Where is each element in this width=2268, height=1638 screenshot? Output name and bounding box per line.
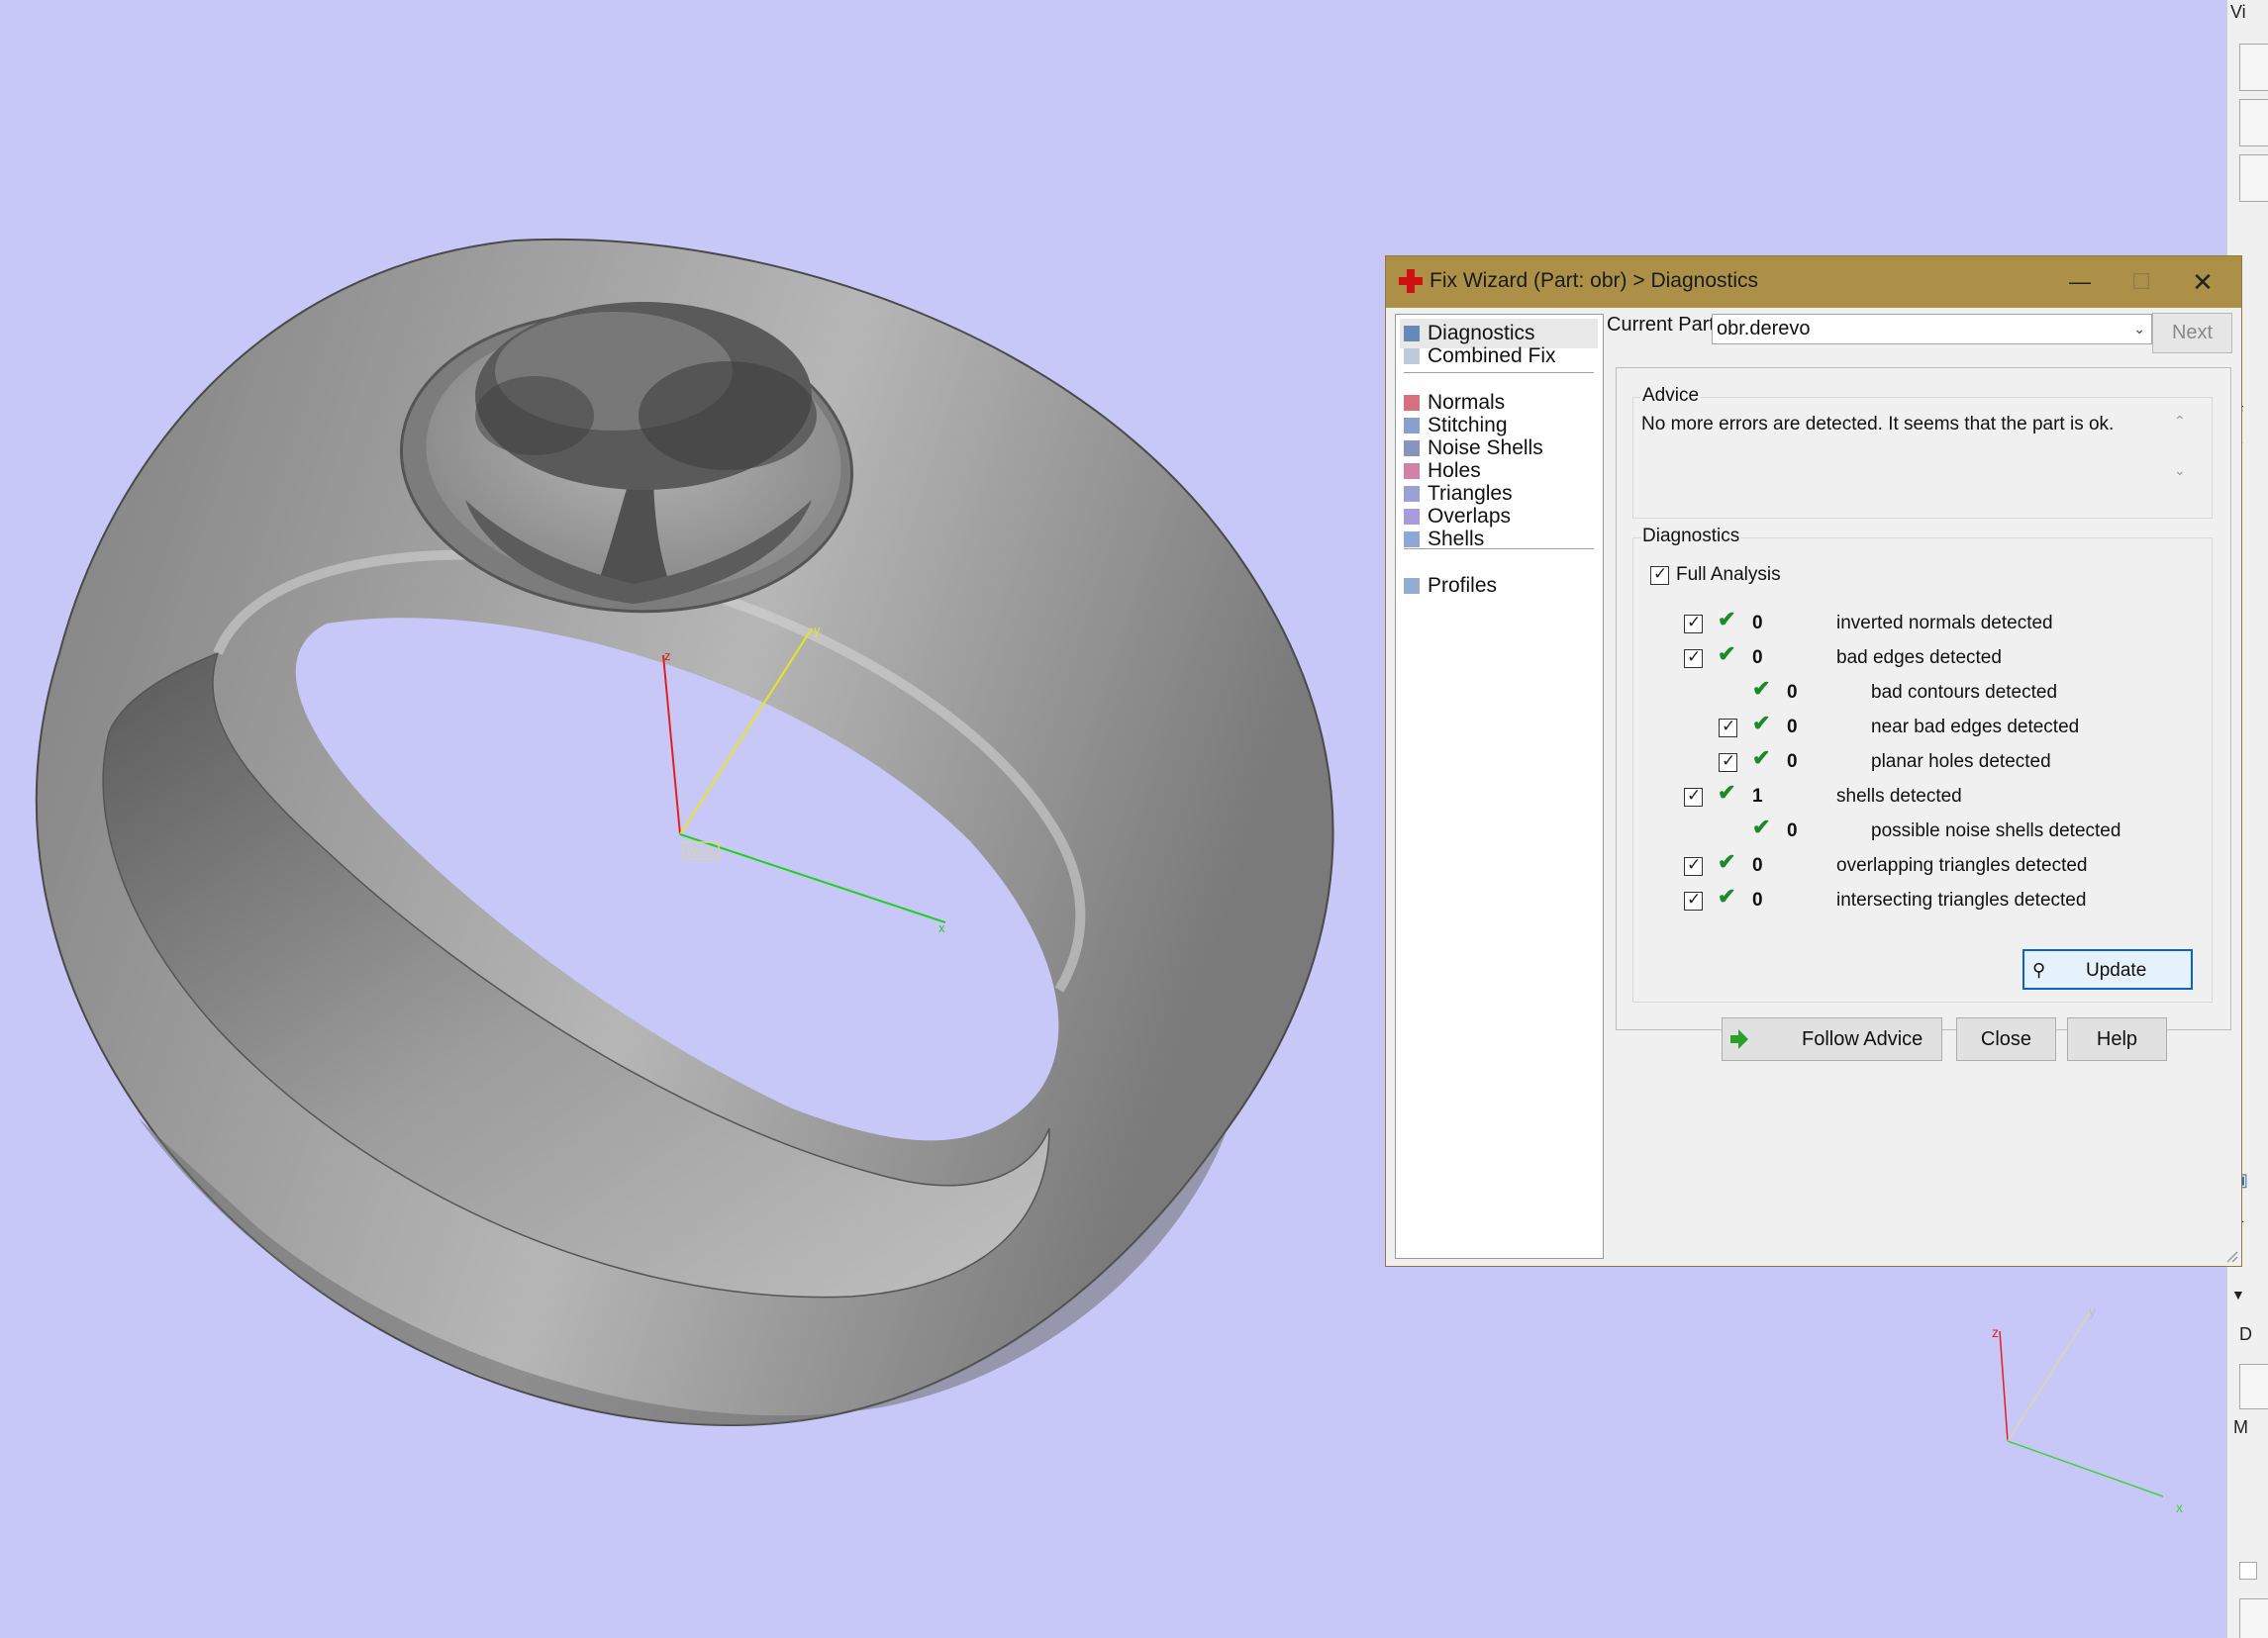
diagnostic-checkbox[interactable]: ✓ [1684, 613, 1703, 633]
chevron-down-icon: ⌄ [2133, 321, 2145, 337]
nav-item-combined-fix[interactable]: Combined Fix [1400, 341, 1598, 371]
red-cross-icon [1399, 269, 1423, 293]
magnifier-icon: ⚲ [2032, 960, 2046, 980]
label-m: M [2233, 1417, 2248, 1437]
diagnostic-label: shells detected [1836, 786, 1962, 807]
orientation-axes: z y x [1992, 1303, 2183, 1515]
check-ok-icon: ✔ [1718, 849, 1736, 874]
diagnostic-checkbox[interactable]: ✓ [1684, 890, 1703, 911]
check-ok-icon: ✔ [1718, 780, 1736, 805]
minimize-button[interactable]: — [2049, 256, 2111, 308]
check-ok-icon: ✔ [1718, 641, 1736, 666]
follow-advice-button[interactable]: Follow Advice [1722, 1017, 1942, 1061]
axis-label-y: y [814, 623, 821, 637]
diagnostic-checkbox[interactable]: ✓ [1719, 751, 1737, 772]
diagnostic-count: 0 [1752, 613, 1763, 633]
diagnostic-count: 0 [1787, 682, 1798, 703]
side-panel-button-5[interactable] [2239, 1598, 2268, 1638]
holes-icon [1404, 463, 1420, 479]
wcs-label: WCS [686, 844, 714, 858]
diagnostic-count: 0 [1752, 855, 1763, 876]
full-analysis-label: Full Analysis [1676, 564, 1781, 585]
diagnostic-label: planar holes detected [1871, 751, 2051, 772]
diagnostics-page: Advice No more errors are detected. It s… [1616, 367, 2231, 1030]
maximize-button[interactable]: ☐ [2111, 256, 2172, 308]
mini-axis-z: z [1992, 1324, 1999, 1340]
close-button[interactable]: Close [1956, 1017, 2056, 1061]
diagnostic-count: 0 [1752, 890, 1763, 911]
green-arrow-icon [1730, 1029, 1748, 1049]
tab-d[interactable]: D [2239, 1324, 2252, 1345]
current-part-value: obr.derevo [1717, 318, 1811, 339]
update-button-label: Update [2086, 960, 2147, 981]
profiles-icon [1404, 578, 1420, 594]
check-ok-icon: ✔ [1752, 676, 1771, 701]
overlaps-icon [1404, 509, 1420, 525]
scroll-down-icon[interactable]: ⌄ [2174, 462, 2186, 479]
update-button[interactable]: ⚲ Update [2022, 949, 2193, 990]
diagnostic-label: inverted normals detected [1836, 613, 2053, 633]
diagnostic-label: bad edges detected [1836, 647, 2002, 668]
next-button[interactable]: Next [2152, 313, 2232, 353]
close-window-button[interactable]: ✕ [2172, 256, 2233, 308]
diagnostics-group-title: Diagnostics [1640, 526, 1742, 547]
diagnostic-checkbox[interactable]: ✓ [1719, 717, 1737, 737]
noise-shells-icon [1404, 440, 1420, 456]
dialog-title-bar[interactable]: Fix Wizard (Part: obr) > Diagnostics — ☐… [1386, 256, 2241, 308]
normals-icon [1404, 395, 1420, 411]
mini-axis-x: x [2176, 1499, 2183, 1515]
advice-group-title: Advice [1640, 385, 1702, 407]
nav-separator [1404, 548, 1594, 550]
current-part-label: Current Part: [1607, 314, 1721, 336]
nav-item-label: Profiles [1428, 574, 1498, 597]
check-ok-icon: ✔ [1718, 607, 1736, 631]
fix-wizard-nav: Diagnostics Combined Fix Normals Stitching N… [1395, 314, 1604, 1259]
diagnostic-checkbox[interactable]: ✓ [1684, 786, 1703, 807]
help-button[interactable]: Help [2067, 1017, 2167, 1061]
dialog-title: Fix Wizard (Part: obr) > Diagnostics [1430, 269, 1759, 292]
check-ok-icon: ✔ [1752, 745, 1771, 770]
diagnostic-label: bad contours detected [1871, 682, 2058, 703]
axis-label-z: z [664, 648, 671, 663]
diagnostic-label: overlapping triangles detected [1836, 855, 2088, 876]
follow-advice-label: Follow Advice [1802, 1028, 1923, 1050]
check-ok-icon: ✔ [1752, 711, 1771, 735]
diagnostic-count: 0 [1787, 751, 1798, 772]
side-panel-button-1[interactable] [2239, 44, 2268, 91]
side-panel-button-4[interactable] [2239, 1364, 2268, 1409]
scroll-up-icon[interactable]: ⌃ [2174, 413, 2186, 430]
current-part-select[interactable]: obr.derevo ⌄ [1712, 314, 2152, 344]
axis-label-x: x [938, 920, 945, 935]
side-panel-button-3[interactable] [2239, 154, 2268, 202]
nav-separator [1404, 372, 1594, 374]
full-analysis-checkbox[interactable]: ✓ [1650, 564, 1669, 585]
magnifier-icon [1404, 326, 1420, 341]
check-ok-icon: ✔ [1752, 815, 1771, 839]
diagnostic-count: 0 [1752, 647, 1763, 668]
diagnostic-checkbox[interactable]: ✓ [1684, 855, 1703, 876]
diagnostic-count: 0 [1787, 717, 1798, 737]
nav-item-profiles[interactable]: Profiles [1400, 571, 1598, 601]
diagnostic-label: near bad edges detected [1871, 717, 2080, 737]
combined-fix-icon [1404, 348, 1420, 364]
stitching-icon [1404, 418, 1420, 434]
shells-icon [1404, 531, 1420, 547]
diagnostic-label: possible noise shells detected [1871, 820, 2121, 841]
advice-text: No more errors are detected. It seems th… [1641, 414, 2115, 434]
check-ok-icon: ✔ [1718, 884, 1736, 909]
side-panel-checkbox[interactable] [2239, 1562, 2257, 1580]
triangles-icon [1404, 486, 1420, 502]
fix-wizard-dialog: Fix Wizard (Part: obr) > Diagnostics — ☐… [1385, 255, 2242, 1267]
diagnostic-count: 1 [1752, 786, 1763, 807]
side-panel-title: Vi [2230, 2, 2246, 22]
mini-axis-y: y [2089, 1303, 2096, 1319]
diagnostic-label: intersecting triangles detected [1836, 890, 2087, 911]
resize-grip-icon[interactable] [2222, 1247, 2238, 1263]
diagnostic-checkbox[interactable]: ✓ [1684, 647, 1703, 668]
diagnostic-count: 0 [1787, 820, 1798, 841]
collapse-arrow-icon[interactable]: ▼ [2231, 1287, 2245, 1302]
nav-item-label: Combined Fix [1428, 344, 1556, 367]
side-panel-button-2[interactable] [2239, 99, 2268, 146]
